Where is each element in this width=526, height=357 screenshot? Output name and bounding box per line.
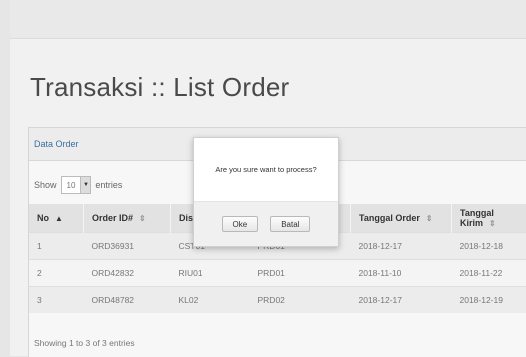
dialog-footer: Oke Batal (194, 202, 338, 246)
confirm-dialog: Are you sure want to process? Oke Batal (193, 137, 339, 247)
ok-button[interactable]: Oke (222, 216, 259, 232)
dialog-message: Are you sure want to process? (194, 138, 338, 202)
cancel-button[interactable]: Batal (270, 216, 310, 232)
